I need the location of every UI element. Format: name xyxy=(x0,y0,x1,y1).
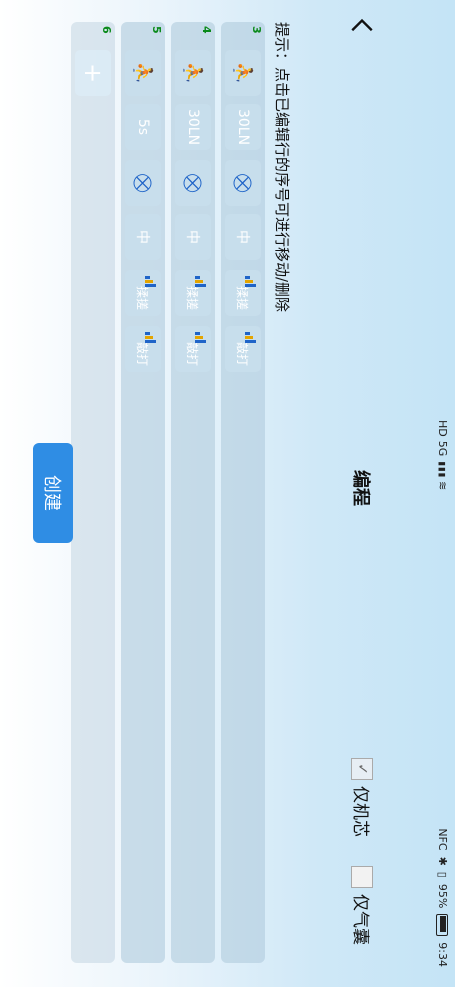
level-bars-icon xyxy=(245,332,257,344)
status-right: NFC ✱ ▯ 95% 9:34 xyxy=(436,828,449,967)
checkbox-core-only[interactable]: ✓ xyxy=(351,758,374,780)
hint-text: 提示：点击已编辑行的序号可进行移动/删除 xyxy=(273,22,291,313)
airbag-icon[interactable]: ⛒ xyxy=(225,160,261,206)
option-core-only-label: 仅机芯 xyxy=(350,786,370,837)
cell-length[interactable]: 30LN xyxy=(225,104,261,150)
cell-intensity[interactable]: 中 xyxy=(125,214,161,260)
level-bars-icon xyxy=(195,276,207,288)
status-bar: HD 5G ▮▮▮ ≋ NFC ✱ ▯ 95% 9:34 xyxy=(427,0,455,987)
rotated-landscape-view: HD 5G ▮▮▮ ≋ NFC ✱ ▯ 95% 9:34 编程 ✓ 仅机芯 仅气… xyxy=(0,0,455,987)
signal-icon: ▮▮▮ xyxy=(436,460,449,478)
cell-length[interactable]: 5s xyxy=(125,104,161,150)
network-icon: 5G xyxy=(436,440,449,457)
level-bars-icon xyxy=(145,276,157,288)
option-airbag-only-label: 仅气囊 xyxy=(350,894,370,945)
create-button[interactable]: 创建 xyxy=(33,443,73,543)
massage-figure-icon[interactable]: ⛹ xyxy=(225,50,261,96)
nfc-icon: NFC xyxy=(436,828,449,851)
table-row: 5 ⛹ 5s ⛒ 中 揉搓 敲打 xyxy=(121,22,165,963)
massage-figure-icon[interactable]: ⛹ xyxy=(175,50,211,96)
row-number[interactable]: 4 xyxy=(200,26,213,34)
page-title: 编程 xyxy=(350,470,371,506)
table-row-empty: 6 + xyxy=(71,22,115,963)
wifi-icon: ≋ xyxy=(436,481,449,491)
status-left: HD 5G ▮▮▮ ≋ xyxy=(436,420,449,490)
level-bars-icon xyxy=(245,276,257,288)
time: 9:34 xyxy=(436,942,449,967)
cell-mode2[interactable]: 敲打 xyxy=(175,326,211,372)
table-row: 4 ⛹ 30LN ⛒ 中 揉搓 敲打 xyxy=(171,22,215,963)
hd-icon: HD xyxy=(436,420,449,437)
cell-intensity[interactable]: 中 xyxy=(175,214,211,260)
checkbox-airbag-only[interactable] xyxy=(351,866,374,888)
airbag-icon[interactable]: ⛒ xyxy=(175,160,211,206)
row-number[interactable]: 3 xyxy=(250,26,263,34)
cell-mode2[interactable]: 敲打 xyxy=(125,326,161,372)
battery-percent: 95% xyxy=(436,883,449,909)
table-row: 3 ⛹ 30LN ⛒ 中 揉搓 敲打 xyxy=(221,22,265,963)
airbag-icon[interactable]: ⛒ xyxy=(125,160,161,206)
cell-intensity[interactable]: 中 xyxy=(225,214,261,260)
page: HD 5G ▮▮▮ ≋ NFC ✱ ▯ 95% 9:34 编程 ✓ 仅机芯 仅气… xyxy=(0,0,455,987)
row-number[interactable]: 6 xyxy=(100,26,113,34)
add-step-button[interactable]: + xyxy=(75,50,111,96)
massage-figure-icon[interactable]: ⛹ xyxy=(125,50,161,96)
cell-mode1[interactable]: 揉搓 xyxy=(175,270,211,316)
row-number[interactable]: 5 xyxy=(150,26,163,34)
level-bars-icon xyxy=(195,332,207,344)
cell-mode1[interactable]: 揉搓 xyxy=(125,270,161,316)
program-table: 3 ⛹ 30LN ⛒ 中 揉搓 敲打 4 ⛹ 30LN ⛒ 中 揉搓 敲打 5 … xyxy=(65,22,265,963)
cell-mode2[interactable]: 敲打 xyxy=(225,326,261,372)
option-core-only[interactable]: ✓ 仅机芯 xyxy=(350,758,375,837)
cell-mode1[interactable]: 揉搓 xyxy=(225,270,261,316)
vibrate-icon: ▯ xyxy=(436,871,449,878)
level-bars-icon xyxy=(145,332,157,344)
bluetooth-icon: ✱ xyxy=(436,856,449,866)
battery-icon xyxy=(436,914,449,937)
cell-length[interactable]: 30LN xyxy=(175,104,211,150)
option-airbag-only[interactable]: 仅气囊 xyxy=(350,866,375,945)
back-chevron-icon[interactable] xyxy=(349,14,375,40)
